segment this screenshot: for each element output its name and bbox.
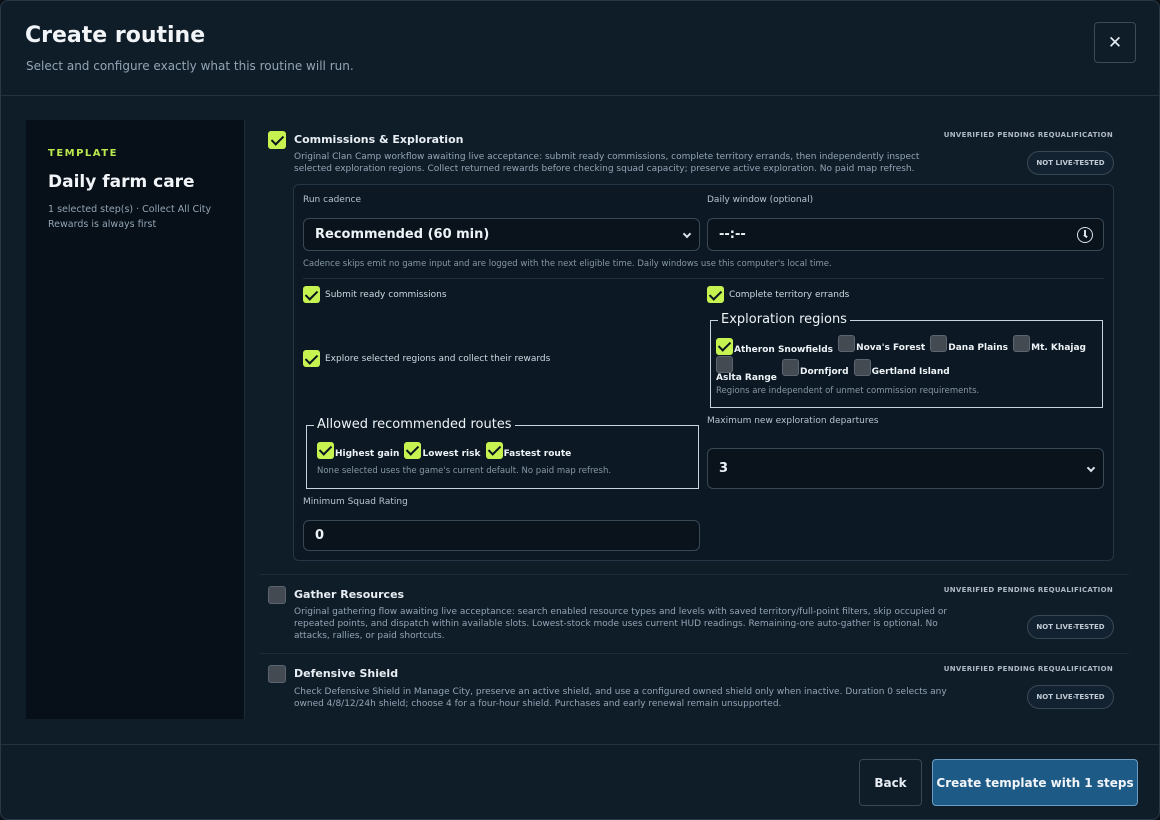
step-status: UNVERIFIED PENDING REQUALIFICATION (943, 665, 1113, 673)
chevron-down-icon (1086, 463, 1096, 473)
step-description: Original gathering flow awaiting live ac… (294, 607, 948, 641)
route-label: Highest gain (335, 449, 400, 459)
close-button[interactable]: ✕ (1094, 22, 1136, 63)
route-lowest-risk[interactable]: Lowest risk (404, 441, 481, 459)
step-shield-checkbox[interactable] (268, 665, 286, 683)
region-label: Gertland Island (871, 366, 950, 377)
max-departures-value: 3 (719, 461, 729, 476)
cadence-select[interactable]: Recommended (60 min) (303, 218, 700, 251)
step-title: Defensive Shield (294, 667, 399, 680)
min-rating-value: 0 (315, 528, 325, 543)
status-badge: NOT LIVE-TESTED (1027, 685, 1114, 709)
complete-errands-checkbox[interactable] (707, 286, 724, 303)
commissions-config-panel: Run cadence Recommended (60 min) Daily w… (293, 184, 1114, 561)
template-eyebrow: TEMPLATE (48, 148, 118, 159)
step-description: Check Defensive Shield in Manage City, p… (294, 687, 947, 709)
step-title: Gather Resources (294, 588, 405, 601)
dialog-subtitle: Select and configure exactly what this r… (26, 59, 354, 73)
regions-legend: Exploration regions (718, 312, 850, 328)
step-description: Original Clan Camp workflow awaiting liv… (294, 152, 920, 174)
region-checkbox[interactable] (716, 337, 733, 355)
clock-icon[interactable] (1077, 227, 1093, 243)
regions-hint: Regions are independent of unmet commiss… (716, 386, 980, 396)
region-label: Atheron Snowfields (734, 345, 833, 355)
dialog-header: Create routine Select and configure exac… (1, 1, 1159, 96)
close-icon: ✕ (1107, 32, 1123, 53)
route-highest-gain[interactable]: Highest gain (317, 441, 400, 459)
region-checkbox[interactable] (930, 335, 948, 352)
route-label: Fastest route (503, 449, 572, 459)
back-button[interactable]: Back (859, 759, 922, 806)
step-status: UNVERIFIED PENDING REQUALIFICATION (943, 131, 1113, 139)
min-rating-label: Minimum Squad Rating (303, 497, 408, 507)
explore-regions-checkbox[interactable] (303, 350, 320, 367)
max-departures-select[interactable]: 3 (707, 448, 1104, 489)
create-template-button[interactable]: Create template with 1 steps (932, 759, 1138, 806)
cadence-label: Run cadence (303, 195, 362, 205)
step-status: UNVERIFIED PENDING REQUALIFICATION (943, 586, 1113, 594)
region-gertland-island[interactable]: Gertland Island (853, 359, 950, 377)
route-label: Lowest risk (422, 449, 481, 459)
route-fastest[interactable]: Fastest route (485, 441, 572, 459)
divider (259, 574, 1129, 575)
dialog-footer: Back Create template with 1 steps (1, 744, 1159, 819)
region-dornfjord[interactable]: Dornfjord (781, 359, 849, 377)
divider (303, 278, 1104, 279)
template-name: Daily farm care (48, 172, 195, 192)
step-title: Commissions & Exploration (294, 133, 464, 146)
region-row-2: Aslta Range Dornfjord Gertland Island (716, 359, 950, 383)
routes-legend: Allowed recommended routes (314, 417, 515, 433)
routes-hint: None selected uses the game's current de… (317, 466, 612, 476)
region-aslta-range[interactable]: Aslta Range (716, 369, 777, 383)
region-label: Dana Plains (948, 342, 1009, 353)
exploration-regions-group: Exploration regions Atheron Snowfields N… (710, 312, 1103, 408)
route-checkbox[interactable] (404, 441, 422, 459)
routes-row: Highest gain Lowest risk Fastest route (317, 441, 571, 460)
region-label: Mt. Khajag (1031, 342, 1086, 353)
route-checkbox[interactable] (317, 441, 334, 459)
complete-errands-label: Complete territory errands (729, 289, 850, 300)
chevron-down-icon (682, 229, 692, 239)
region-checkbox[interactable] (781, 359, 799, 376)
region-label: Dornfjord (799, 366, 849, 377)
region-novas-forest[interactable]: Nova's Forest (838, 335, 926, 353)
region-label: Aslta Range (716, 373, 777, 383)
daily-window-input[interactable]: --:-- (707, 218, 1104, 251)
template-sidebar: TEMPLATE Daily farm care 1 selected step… (26, 120, 245, 719)
status-badge: NOT LIVE-TESTED (1027, 615, 1114, 639)
step-gather-checkbox[interactable] (268, 586, 286, 604)
template-note: 1 selected step(s) · Collect All City Re… (48, 204, 212, 230)
region-checkbox[interactable] (1013, 335, 1031, 352)
submit-commissions-checkbox[interactable] (303, 286, 320, 303)
region-atheron-snowfields[interactable]: Atheron Snowfields (716, 337, 833, 355)
window-value: --:-- (719, 227, 746, 242)
divider (259, 653, 1129, 654)
explore-regions-label: Explore selected regions and collect the… (325, 353, 551, 364)
status-badge: NOT LIVE-TESTED (1027, 151, 1114, 175)
complete-errands-option[interactable]: Complete territory errands (707, 286, 849, 303)
region-checkbox[interactable] (853, 359, 871, 376)
explore-regions-option[interactable]: Explore selected regions and collect the… (303, 350, 550, 367)
cadence-value: Recommended (60 min) (315, 227, 490, 242)
min-rating-input[interactable]: 0 (303, 520, 700, 551)
region-mt-khajag[interactable]: Mt. Khajag (1013, 335, 1086, 353)
cadence-hint: Cadence skips emit no game input and are… (303, 259, 832, 269)
max-departures-label: Maximum new exploration departures (707, 416, 879, 426)
create-routine-dialog: Create routine Select and configure exac… (0, 0, 1160, 820)
step-commissions-checkbox[interactable] (268, 131, 286, 149)
submit-commissions-label: Submit ready commissions (325, 289, 447, 300)
submit-commissions-option[interactable]: Submit ready commissions (303, 286, 447, 303)
region-dana-plains[interactable]: Dana Plains (930, 335, 1009, 353)
route-checkbox[interactable] (485, 441, 503, 459)
region-label: Nova's Forest (856, 342, 926, 353)
dialog-title: Create routine (25, 23, 206, 48)
window-label: Daily window (optional) (707, 195, 814, 205)
region-checkbox[interactable] (838, 335, 856, 352)
recommended-routes-group: Allowed recommended routes Highest gain … (306, 417, 699, 489)
